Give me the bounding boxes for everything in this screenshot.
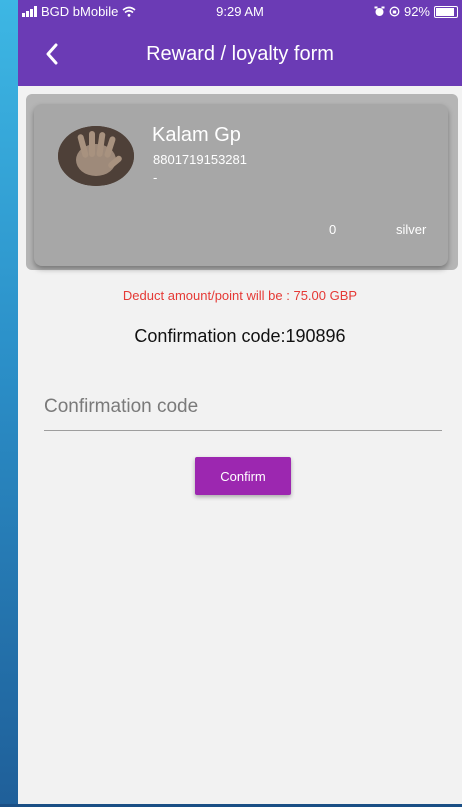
alarm-icon <box>374 6 385 16</box>
tier-label: silver <box>396 222 427 237</box>
confirmation-code-input[interactable] <box>44 384 442 431</box>
chevron-left-icon <box>46 43 58 65</box>
avatar-hand-image <box>58 126 134 186</box>
battery-percent: 92% <box>403 4 430 19</box>
profile-phone: 8801719153281 <box>153 152 247 167</box>
profile-name: Kalam Gp <box>152 124 241 146</box>
status-right: 92% <box>374 4 458 19</box>
points-value: 0 <box>329 222 337 237</box>
avatar <box>58 126 134 186</box>
back-button[interactable] <box>34 36 70 72</box>
profile-subtitle: - <box>153 170 158 185</box>
app-bar: Reward / loyalty form <box>18 24 462 86</box>
profile-card: Kalam Gp 8801719153281 - 0 silver <box>34 104 448 266</box>
orientation-lock-icon <box>389 6 400 17</box>
confirmation-code-text: Confirmation code:190896 <box>134 326 346 346</box>
profile-card-container: Kalam Gp 8801719153281 - 0 silver <box>26 94 458 270</box>
battery-icon <box>434 5 458 18</box>
phone-screen: BGD bMobile 9:29 AM 92% Reward / loyalty… <box>18 0 462 804</box>
page-title: Reward / loyalty form <box>146 43 334 65</box>
confirm-button[interactable]: Confirm <box>195 457 291 495</box>
status-bar: BGD bMobile 9:29 AM 92% <box>18 0 462 24</box>
deduct-amount-text: Deduct amount/point will be : 75.00 GBP <box>122 288 358 303</box>
